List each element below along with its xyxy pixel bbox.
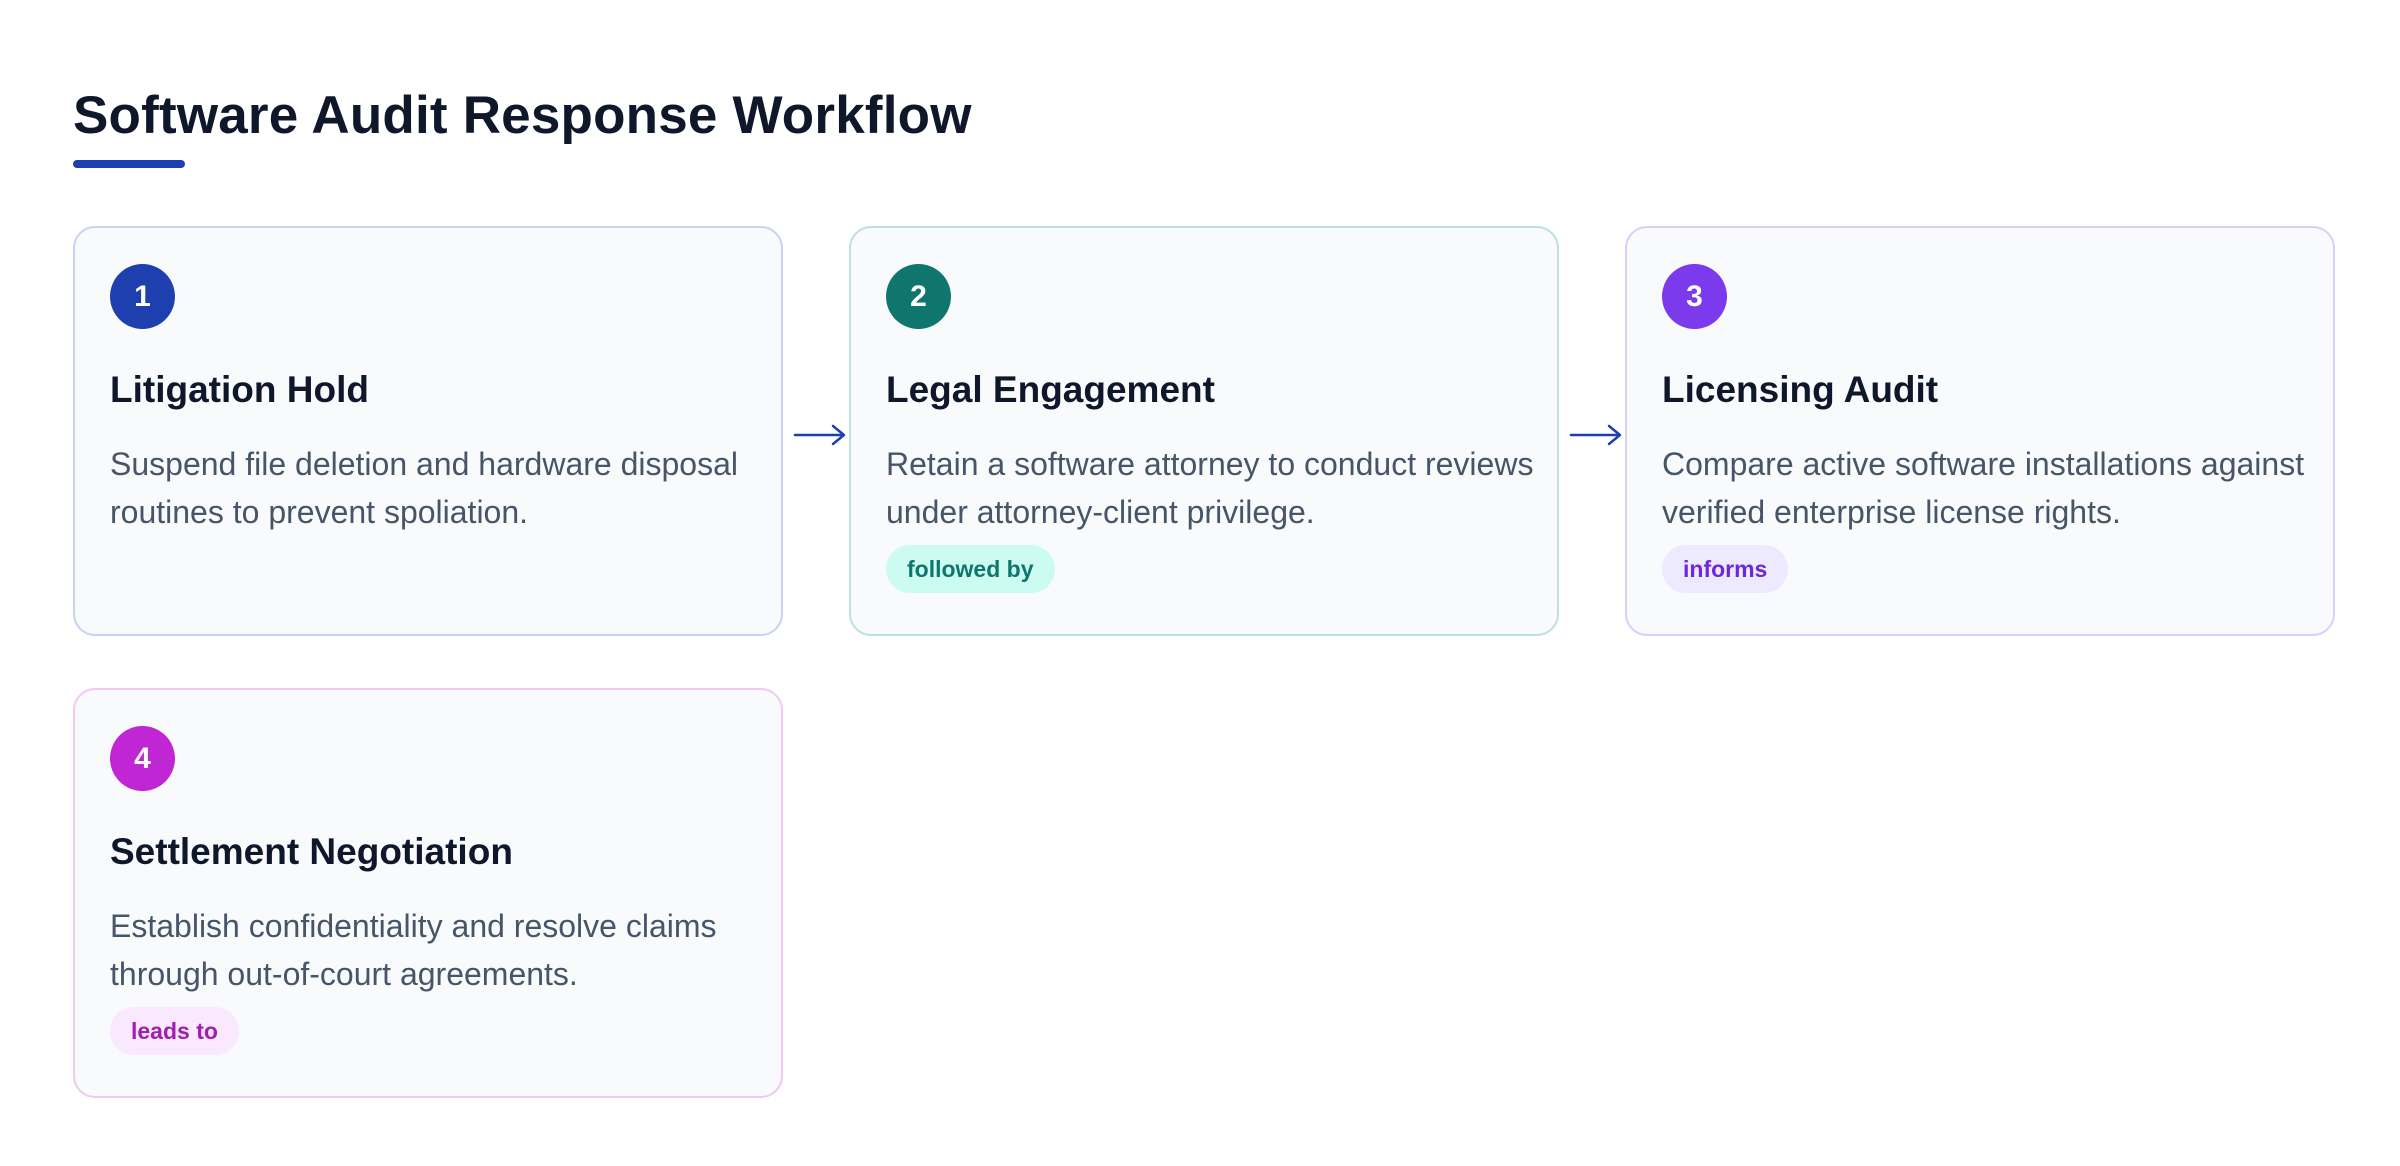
- step-description: Retain a software attorney to conduct re…: [886, 446, 1534, 530]
- page-title: Software Audit Response Workflow: [73, 86, 972, 145]
- step-number-badge: 4: [110, 726, 175, 791]
- relation-tag: followed by: [886, 545, 1055, 593]
- step-title: Settlement Negotiation: [110, 831, 513, 872]
- step-number-badge: 1: [110, 264, 175, 329]
- step-title: Litigation Hold: [110, 369, 369, 410]
- arrow-right-icon: [1569, 424, 1622, 446]
- relation-tag: informs: [1662, 545, 1789, 593]
- step-card-legal-engagement: 2 Legal Engagement Retain a software att…: [849, 226, 1559, 636]
- relation-tag: leads to: [110, 1007, 239, 1055]
- title-underline: [73, 160, 185, 168]
- step-description: Establish confidentiality and resolve cl…: [110, 908, 717, 992]
- workflow-diagram: Software Audit Response Workflow 1 Litig…: [0, 0, 2400, 1166]
- step-description: Suspend file deletion and hardware dispo…: [110, 446, 738, 530]
- step-title: Legal Engagement: [886, 369, 1215, 410]
- step-card-licensing-audit: 3 Licensing Audit Compare active softwar…: [1625, 226, 2335, 636]
- step-number-badge: 2: [886, 264, 951, 329]
- step-description: Compare active software installations ag…: [1662, 446, 2305, 530]
- step-card-litigation-hold: 1 Litigation Hold Suspend file deletion …: [73, 226, 783, 636]
- arrow-right-icon: [793, 424, 846, 446]
- step-title: Licensing Audit: [1662, 369, 1939, 410]
- step-card-settlement-negotiation: 4 Settlement Negotiation Establish confi…: [73, 688, 783, 1098]
- step-number-badge: 3: [1662, 264, 1727, 329]
